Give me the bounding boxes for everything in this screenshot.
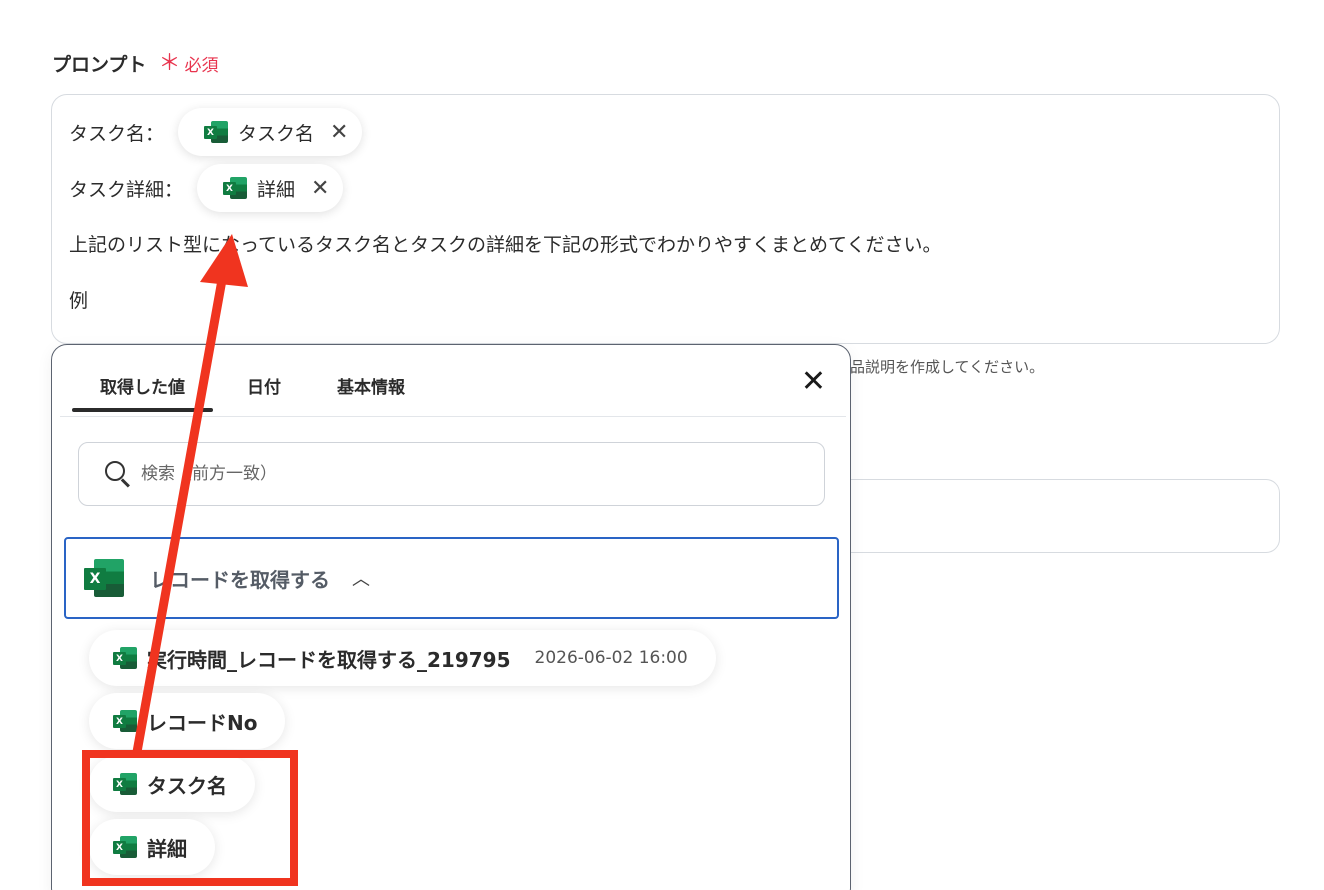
prompt-textarea[interactable]: タスク名： X タスク名 ✕ タスク詳細： X 詳細 ✕ 上記のリスト型になって… bbox=[51, 94, 1280, 344]
tab-date[interactable]: 日付 bbox=[247, 373, 281, 398]
chip-label: タスク名 bbox=[238, 122, 315, 145]
close-icon[interactable]: ✕ bbox=[801, 367, 826, 397]
list-item-label: レコードNo bbox=[147, 710, 258, 735]
excel-icon: X bbox=[204, 121, 229, 143]
search-icon bbox=[105, 461, 131, 488]
excel-icon: X bbox=[223, 177, 248, 199]
remove-chip-icon[interactable]: ✕ bbox=[311, 176, 329, 201]
required-text: 必須 bbox=[184, 56, 219, 76]
required-indicator: ＊ 必須 bbox=[158, 51, 218, 76]
variable-chip-detail[interactable]: X 詳細 ✕ bbox=[197, 164, 344, 212]
prompt-line-task-detail: タスク詳細： X 詳細 ✕ bbox=[69, 164, 344, 212]
list-item-exec-time[interactable]: X 実行時間_レコードを取得する_219795 2026-06-02 16:00 bbox=[89, 630, 716, 686]
panel-tabs: 取得した値 日付 基本情報 bbox=[60, 345, 846, 417]
list-item-value: 2026-06-02 16:00 bbox=[534, 648, 688, 668]
prompt-body-text: 上記のリスト型になっているタスク名とタスクの詳細を下記の形式でわかりやすくまとめ… bbox=[69, 234, 942, 256]
task-detail-label: タスク詳細： bbox=[69, 178, 184, 201]
background-input-field[interactable] bbox=[820, 479, 1280, 553]
variable-chip-task-name[interactable]: X タスク名 ✕ bbox=[178, 108, 363, 156]
list-item-record-no[interactable]: X レコードNo bbox=[89, 693, 286, 749]
required-asterisk: ＊ bbox=[158, 50, 181, 76]
prompt-field-label: プロンプト ＊ 必須 bbox=[52, 50, 218, 77]
excel-icon: X bbox=[113, 647, 137, 669]
prompt-line-task-name: タスク名： X タスク名 ✕ bbox=[69, 108, 363, 156]
tab-acquired-values[interactable]: 取得した値 bbox=[72, 373, 213, 412]
chip-label: 詳細 bbox=[257, 178, 296, 201]
search-field[interactable] bbox=[78, 442, 825, 506]
prompt-example-text: 例 bbox=[69, 290, 89, 312]
remove-chip-icon[interactable]: ✕ bbox=[330, 120, 348, 145]
section-get-records[interactable]: X レコードを取得する ︿ bbox=[64, 537, 839, 619]
highlight-box bbox=[82, 750, 298, 886]
excel-icon: X bbox=[113, 710, 137, 732]
chevron-up-icon[interactable]: ︿ bbox=[352, 565, 370, 591]
section-title: レコードを取得する bbox=[150, 567, 330, 592]
prompt-label-text: プロンプト bbox=[52, 54, 147, 76]
tab-basic-info[interactable]: 基本情報 bbox=[337, 373, 405, 398]
search-input[interactable] bbox=[141, 464, 741, 484]
list-item-label: 実行時間_レコードを取得する_219795 bbox=[147, 647, 511, 672]
task-name-label: タスク名： bbox=[69, 122, 165, 145]
excel-icon: X bbox=[84, 559, 124, 597]
field-hint-text: 品説明を作成してください。 bbox=[850, 358, 1045, 376]
